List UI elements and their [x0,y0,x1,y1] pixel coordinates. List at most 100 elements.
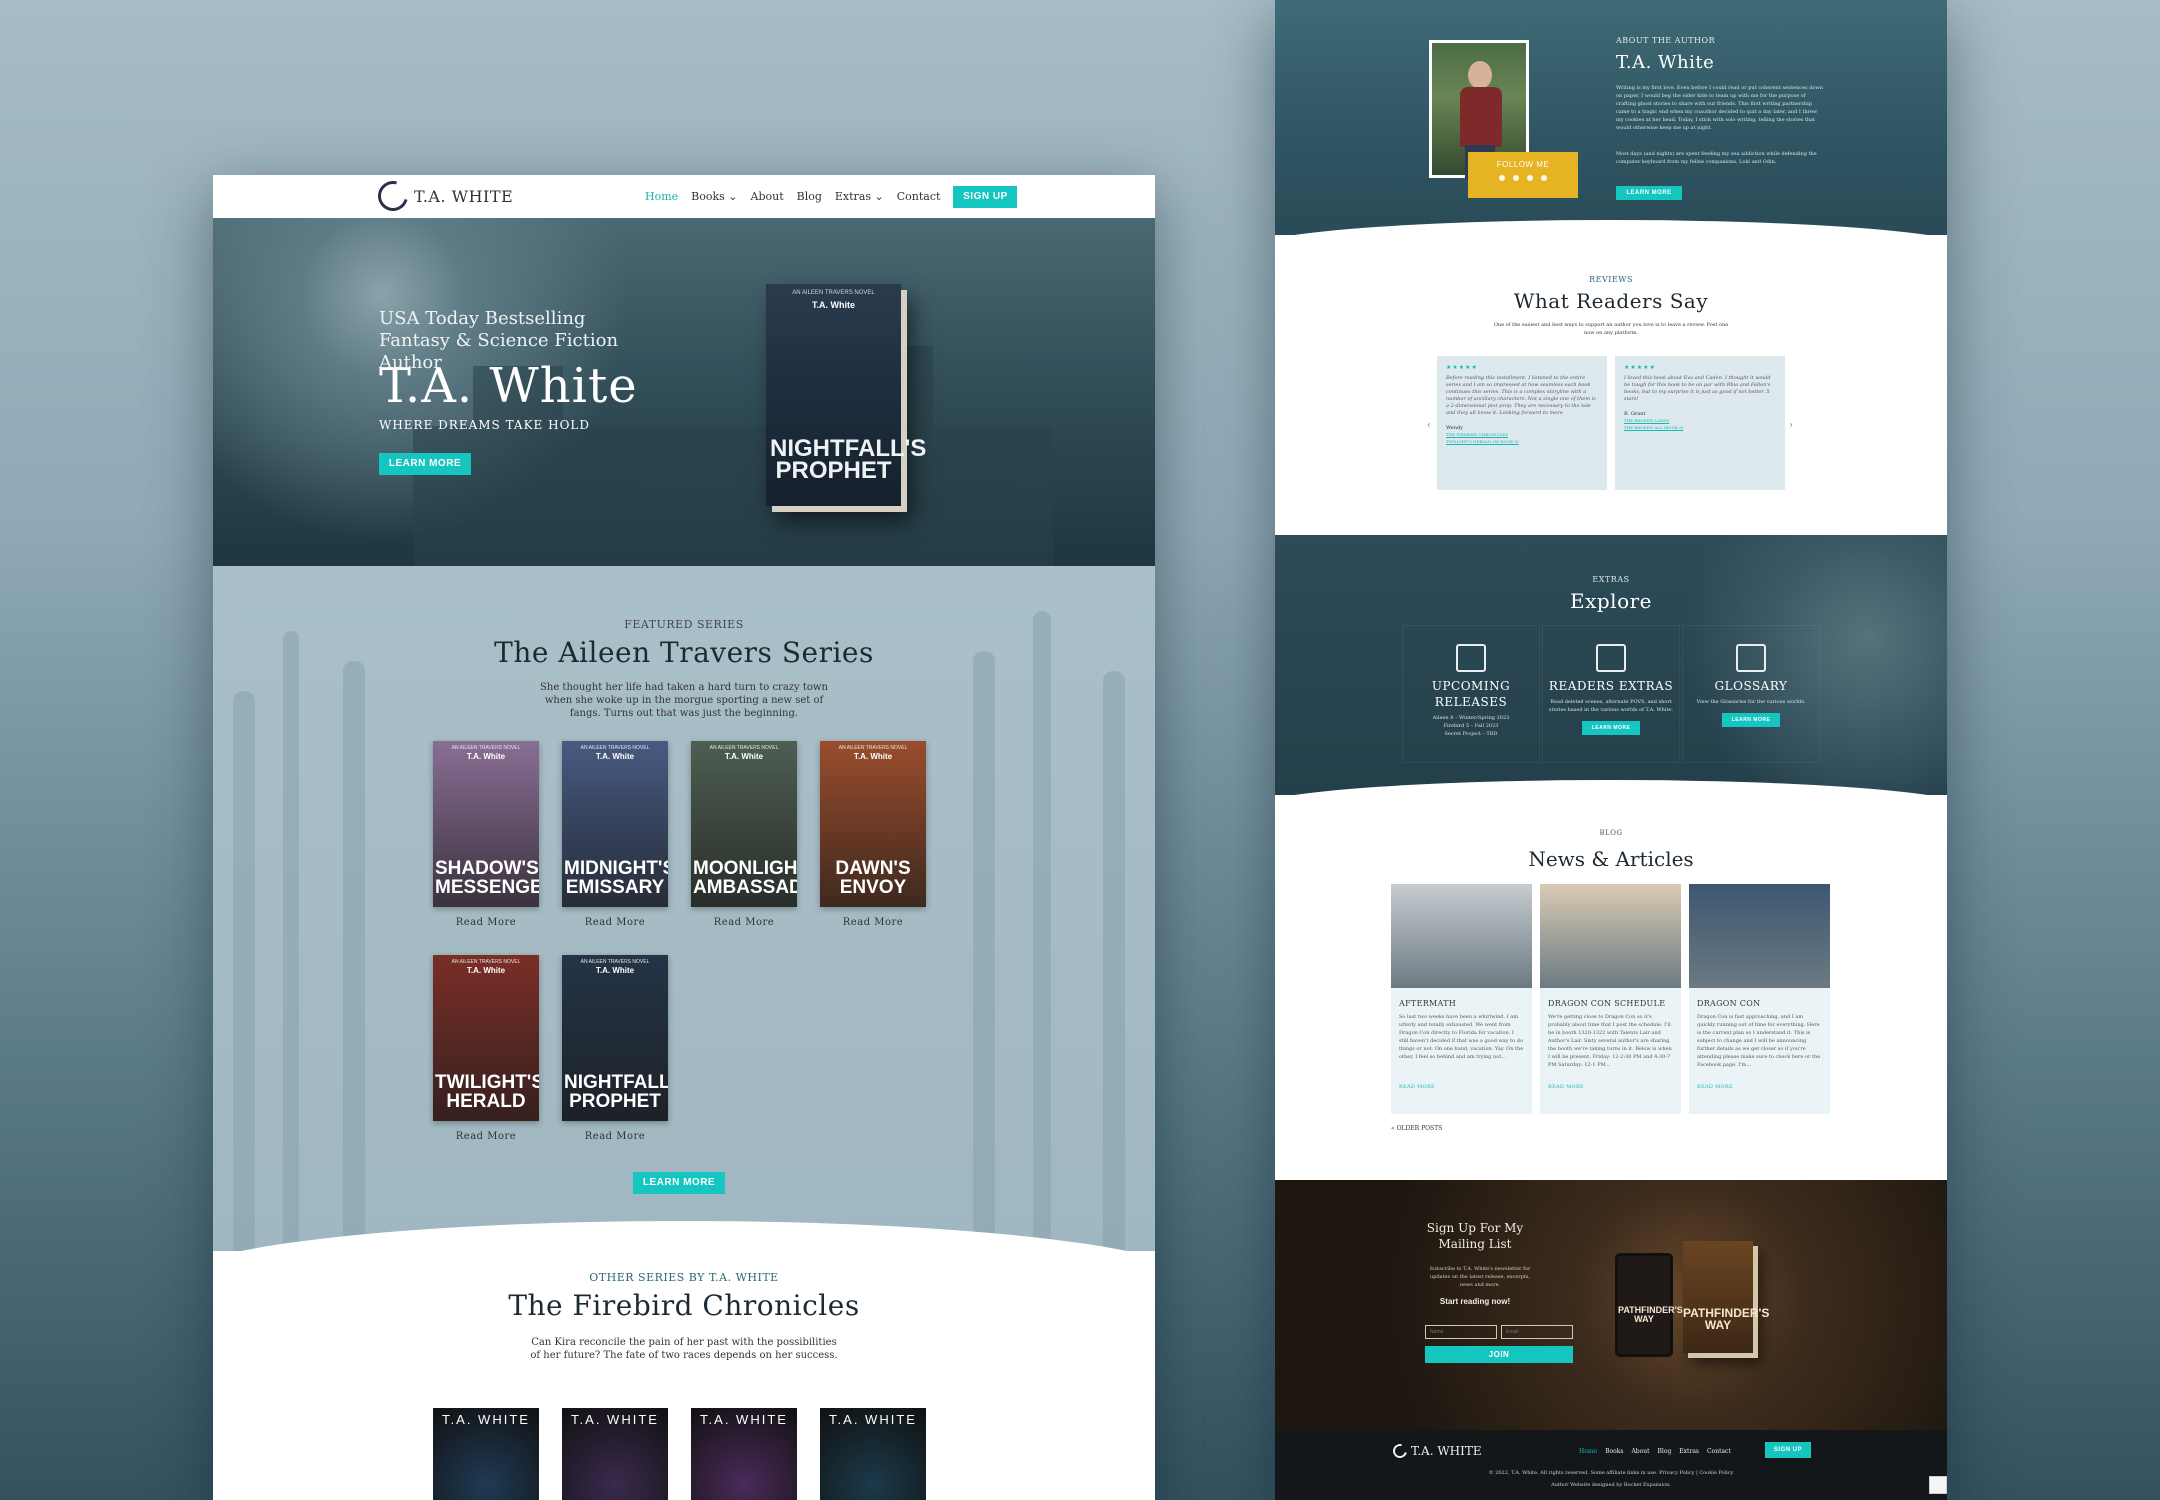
mailing-list-section: Sign Up For My Mailing List Subscribe to… [1275,1130,1947,1430]
post-title[interactable]: DRAGON CON [1697,999,1822,1008]
review-card: ★★★★★ Before reading this installment, I… [1437,356,1607,490]
post-title[interactable]: AFTERMATH [1399,999,1524,1008]
footer-nav-contact[interactable]: Contact [1707,1448,1731,1455]
review-book-link[interactable]: THE BROKEN ALL (BOOK 3) [1624,424,1776,431]
featured-series-desc: She thought her life had taken a hard tu… [540,682,828,719]
book-author: T.A. White [595,752,635,761]
book-series-label: AN AILEEN TRAVERS NOVEL [709,745,779,751]
footer-nav-about[interactable]: About [1631,1448,1649,1455]
read-more-link[interactable]: Read More [820,917,926,928]
footer-logo[interactable]: T.A. WHITE [1390,1441,1482,1461]
extras-card-text: Read deleted scenes, alternate POVS, and… [1548,699,1674,713]
older-posts-link[interactable]: « OLDER POSTS [1391,1125,1442,1132]
review-series-link[interactable]: THE BROKEN LANDS [1624,417,1776,424]
book-author: T.A. WHITE [829,1412,917,1427]
pathfinders-way-book: PATHFINDER'S WAY [1683,1241,1770,1353]
hero-book-cover[interactable]: AN AILEEN TRAVERS NOVEL T.A. White NIGHT… [766,284,926,506]
tablet-book-title: PATHFINDER'S WAY [1618,1305,1683,1324]
footer-signup-button[interactable]: SIGN UP [1765,1442,1811,1458]
reviews-title: What Readers Say [1513,289,1709,313]
post-excerpt: Dragon Con is fast approaching, and I am… [1697,1014,1821,1068]
featured-series-title: The Aileen Travers Series [494,636,874,669]
post-thumbnail[interactable] [1540,884,1681,988]
glossary-learn-more-button[interactable]: LEARN MORE [1722,713,1780,727]
featured-eyebrow: FEATURED SERIES [624,618,744,631]
footer-credit[interactable]: Author Website designed by Rocket Expans… [1275,1482,1947,1488]
about-paragraph-2: Most days (and nights) are spent feeding… [1616,151,1817,165]
instagram-icon[interactable] [1527,175,1533,181]
book-title: MOONLIGHT'S AMBASSADOR [693,858,797,898]
extras-card-text: View the Glossaries for the various worl… [1696,699,1806,705]
nav-extras[interactable]: Extras ⌄ [835,190,884,203]
chevron-left-icon[interactable]: ‹ [1427,420,1431,431]
main-menu: Home Books ⌄ About Blog Extras ⌄ Contact… [645,175,1018,218]
blog-title: News & Articles [1528,847,1694,871]
nav-blog[interactable]: Blog [797,190,822,203]
firebird-book-cover[interactable]: T.A. WHITE [562,1408,668,1500]
book-author: T.A. WHITE [700,1412,788,1427]
read-more-link[interactable]: Read More [433,1131,539,1142]
x-twitter-icon[interactable] [1513,175,1519,181]
email-field[interactable] [1501,1325,1573,1339]
name-field[interactable] [1425,1325,1497,1339]
book-cover[interactable]: AN AILEEN TRAVERS NOVEL T.A. White MOONLIG… [691,741,797,907]
blog-post-card[interactable]: AFTERMATH So last two weeks have been a w… [1391,884,1532,1114]
site-logo[interactable]: T.A. WHITE [372,175,514,217]
footer-nav-home[interactable]: Home [1579,1448,1597,1455]
footer-nav-books[interactable]: Books [1605,1448,1623,1455]
review-series-link[interactable]: THE FIREBIRD CHRONICLES [1446,431,1598,438]
series-learn-more-button[interactable]: LEARN MORE [633,1172,725,1194]
signup-button[interactable]: SIGN UP [953,185,1018,208]
read-more-link[interactable]: Read More [691,917,797,928]
post-thumbnail[interactable] [1689,884,1830,988]
nav-home[interactable]: Home [645,190,678,203]
book-cover[interactable]: AN AILEEN TRAVERS NOVEL T.A. White MIDNIGH… [562,741,668,907]
about-learn-more-button[interactable]: LEARN MORE [1616,186,1682,200]
amazon-icon[interactable] [1541,175,1547,181]
firebird-book-cover[interactable]: T.A. WHITE [691,1408,797,1500]
book-title: NIGHTFALL'S PROPHET [564,1072,668,1112]
firebird-book-cover[interactable]: T.A. WHITE [433,1408,539,1500]
glossary-book-icon [1736,644,1766,672]
book-series-label: AN AILEEN TRAVERS NOVEL [838,745,908,751]
readers-extras-learn-more-button[interactable]: LEARN MORE [1582,721,1640,735]
mailing-book-title: PATHFINDER'S WAY [1683,1306,1770,1332]
footer-nav-extras[interactable]: Extras [1679,1448,1699,1455]
follow-me-label: FOLLOW ME [1496,160,1550,169]
read-more-link[interactable]: Read More [562,1131,668,1142]
post-read-more-link[interactable]: READ MORE [1399,1084,1524,1090]
book-author: T.A. WHITE [571,1412,659,1427]
blog-post-card[interactable]: DRAGON CON Dragon Con is fast approaching… [1689,884,1830,1114]
logo-text: T.A. WHITE [414,186,514,206]
review-book-link[interactable]: TWILIGHT'S HERALD (AT BOOK 5) [1446,438,1598,445]
firebird-book-cover[interactable]: T.A. WHITE [820,1408,926,1500]
post-title[interactable]: DRAGON CON SCHEDULE [1548,999,1673,1008]
book-cover[interactable]: AN AILEEN TRAVERS NOVEL T.A. White TWILIGH… [433,955,539,1121]
book-cover[interactable]: AN AILEEN TRAVERS NOVEL T.A. White NIGHTFA… [562,955,668,1121]
start-reading-text: Start reading now! [1439,1297,1511,1306]
join-button[interactable]: JOIN [1425,1346,1573,1363]
hero-learn-more-button[interactable]: LEARN MORE [379,453,471,475]
post-read-more-link[interactable]: READ MORE [1548,1084,1673,1090]
ebook-tablet-image: PATHFINDER'S WAY [1615,1253,1683,1357]
chevron-right-icon[interactable]: › [1789,420,1793,431]
nav-about[interactable]: About [751,190,784,203]
book-cover[interactable]: AN AILEEN TRAVERS NOVEL T.A. White DAWN'S … [820,741,926,907]
facebook-icon[interactable] [1499,175,1505,181]
post-read-more-link[interactable]: READ MORE [1697,1084,1822,1090]
footer-nav-blog[interactable]: Blog [1658,1448,1672,1455]
moon-logo-icon [1390,1441,1410,1461]
post-excerpt: We're getting close to Dragon Con so it'… [1548,1014,1672,1068]
footer-logo-text: T.A. WHITE [1411,1444,1482,1458]
post-thumbnail[interactable] [1391,884,1532,988]
book-cover[interactable]: AN AILEEN TRAVERS NOVEL T.A. White SHADOW'… [433,741,539,907]
read-more-link[interactable]: Read More [433,917,539,928]
about-paragraph-1: Writing is my first love. Even before I … [1616,85,1823,131]
blog-post-card[interactable]: DRAGON CON SCHEDULE We're getting close t… [1540,884,1681,1114]
read-more-link[interactable]: Read More [562,917,668,928]
follow-me-box: FOLLOW ME [1468,152,1578,198]
nav-books[interactable]: Books ⌄ [691,190,737,203]
nav-contact[interactable]: Contact [897,190,941,203]
mailing-list-title: Sign Up For My Mailing List [1426,1221,1524,1251]
open-book-icon [1596,644,1626,672]
